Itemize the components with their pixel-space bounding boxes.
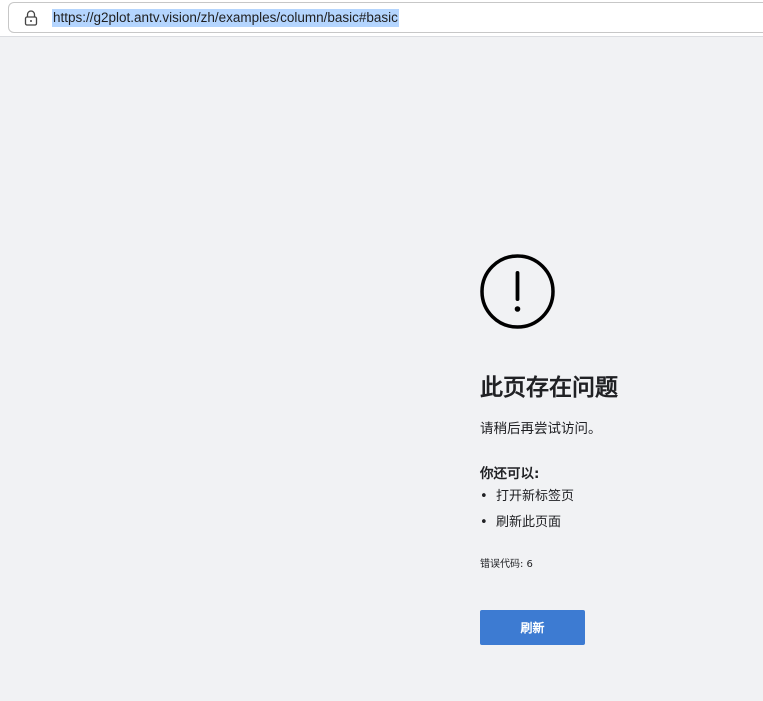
page-title: 此页存在问题	[480, 375, 618, 401]
bullet: •	[480, 489, 488, 504]
refresh-button[interactable]: 刷新	[480, 610, 585, 645]
address-bar[interactable]: https://g2plot.antv.vision/zh/examples/c…	[8, 2, 763, 33]
browser-toolbar: https://g2plot.antv.vision/zh/examples/c…	[0, 0, 763, 37]
exclamation-circle-icon	[480, 254, 555, 329]
bullet: •	[480, 515, 488, 530]
url-text[interactable]: https://g2plot.antv.vision/zh/examples/c…	[52, 9, 399, 27]
options-list: • 打开新标签页 • 刷新此页面	[480, 487, 574, 539]
error-code: 错误代码: 6	[480, 559, 533, 570]
option-refresh-page: 刷新此页面	[496, 515, 562, 530]
list-item: • 打开新标签页	[480, 487, 574, 513]
option-open-new-tab: 打开新标签页	[496, 489, 575, 504]
list-item: • 刷新此页面	[480, 513, 574, 539]
page-subtitle: 请稍后再尝试访问。	[480, 421, 602, 437]
lock-icon[interactable]	[24, 10, 38, 26]
options-heading: 你还可以:	[480, 466, 540, 482]
